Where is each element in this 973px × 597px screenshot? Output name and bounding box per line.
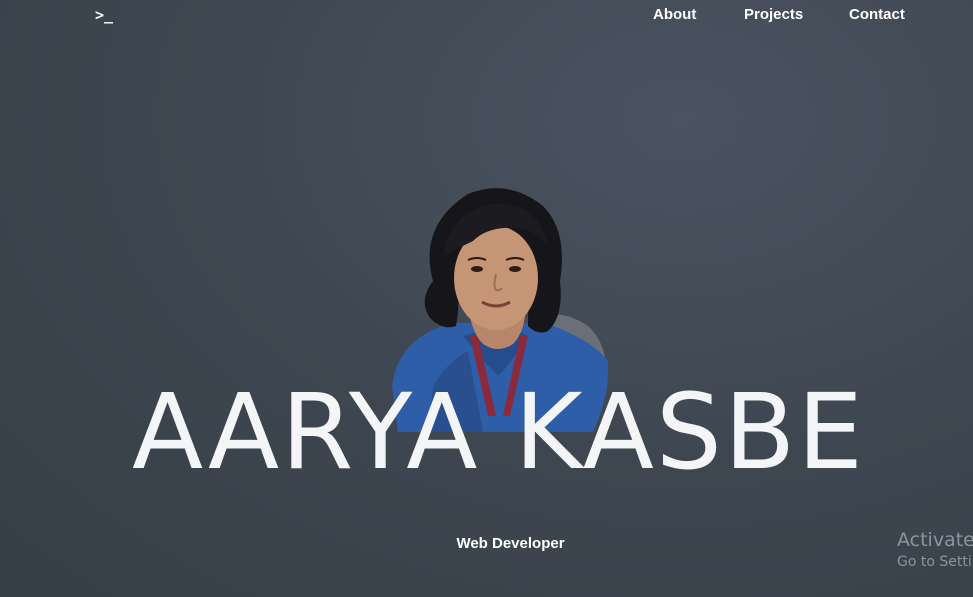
watermark-title: Activate [897,529,973,551]
nav-link-contact[interactable]: Contact [849,6,905,23]
hero-role: Web Developer [456,535,565,552]
nav-link-projects[interactable]: Projects [744,6,803,23]
watermark-subtitle: Go to Settir [897,554,973,570]
nav-link-about[interactable]: About [653,6,696,23]
hero-name: AARYA KASBE [131,371,866,493]
windows-activation-watermark: Activate Go to Settir [897,528,973,572]
main-nav: About Projects Contact [0,6,973,30]
